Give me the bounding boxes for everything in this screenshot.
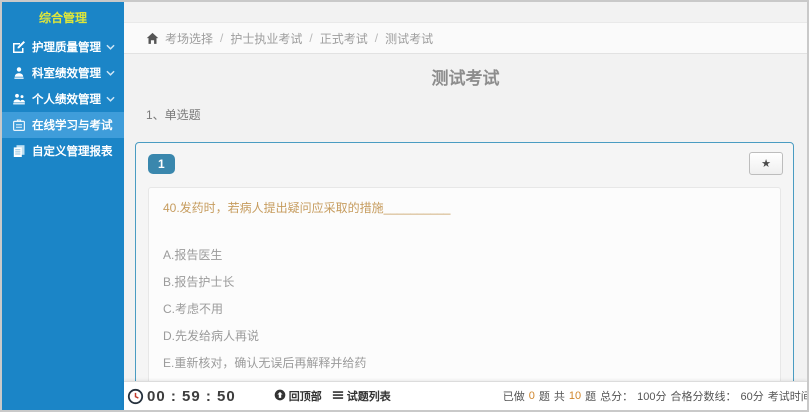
sidebar-item-dept-performance[interactable]: 科室绩效管理 (2, 60, 124, 86)
options-list: A.报告医生 B.报告护士长 C.考虑不用 D.先发给病人再说 E.重新核对，确… (163, 242, 766, 377)
breadcrumb-item-current: 测试考试 (385, 30, 433, 47)
stats-total-value: 10 (569, 390, 581, 402)
sidebar-item-nursing-quality[interactable]: 护理质量管理 (2, 34, 124, 60)
breadcrumb: 考场选择 / 护士执业考试 / 正式考试 / 测试考试 (124, 22, 807, 54)
breadcrumb-separator: / (220, 31, 223, 45)
sidebar-item-online-learning-exam[interactable]: 在线学习与考试 (2, 112, 124, 138)
breadcrumb-item[interactable]: 正式考试 (320, 30, 368, 47)
back-to-top-button[interactable]: 回顶部 (274, 388, 322, 404)
home-icon[interactable] (146, 32, 159, 45)
favorite-button[interactable]: ★ (749, 152, 783, 175)
main-content: 考场选择 / 护士执业考试 / 正式考试 / 测试考试 测试考试 1、单选题 1… (124, 2, 807, 381)
sidebar-item-label: 在线学习与考试 (32, 117, 113, 133)
sidebar-item-label: 个人绩效管理 (32, 91, 101, 107)
question-section-label: 1、单选题 (146, 106, 201, 123)
chevron-down-icon (106, 44, 115, 50)
breadcrumb-separator: / (309, 31, 312, 45)
option-item[interactable]: E.重新核对，确认无误后再解释并给药 (163, 350, 766, 377)
question-text: 40.发药时，若病人提出疑问应采取的措施__________ (163, 199, 766, 216)
app-window: 综合管理 护理质量管理 科室绩效管理 个人绩效管理 (0, 0, 809, 412)
stats-pass-label: 合格分数线： (670, 388, 736, 404)
breadcrumb-item[interactable]: 护士执业考试 (230, 30, 302, 47)
back-to-top-label: 回顶部 (289, 388, 322, 404)
sidebar-item-label: 自定义管理报表 (32, 143, 113, 159)
question-card: 1 ★ 40.发药时，若病人提出疑问应采取的措施__________ A.报告医… (135, 142, 794, 381)
chevron-down-icon (106, 96, 115, 102)
up-arrow-icon (274, 389, 286, 404)
question-list-button[interactable]: 试题列表 (332, 388, 391, 404)
stats-score-value: 100分 (637, 388, 666, 404)
option-item[interactable]: D.先发给病人再说 (163, 323, 766, 350)
exam-footer-bar: 00 : 59 : 50 回顶部 试题列表 已做0题 共10题 总分：100分 … (124, 381, 807, 410)
page-title: 测试考试 (124, 64, 807, 89)
sidebar: 综合管理 护理质量管理 科室绩效管理 个人绩效管理 (2, 2, 124, 410)
stats-total-label: 共 (554, 388, 565, 404)
stats-done-label: 已做 (503, 388, 525, 404)
exam-timer: 00 : 59 : 50 (147, 388, 236, 405)
option-item[interactable]: B.报告护士长 (163, 269, 766, 296)
star-icon: ★ (761, 157, 771, 170)
stats-pass-value: 60分 (740, 388, 763, 404)
question-list-label: 试题列表 (347, 388, 391, 404)
question-number-badge: 1 (148, 154, 175, 174)
list-icon (332, 389, 344, 404)
option-item[interactable]: C.考虑不用 (163, 296, 766, 323)
stats-done-unit: 题 (539, 388, 550, 404)
stats-score-label: 总分： (600, 388, 633, 404)
people-icon (11, 92, 26, 107)
report-icon (11, 144, 26, 159)
question-body: 40.发药时，若病人提出疑问应采取的措施__________ A.报告医生 B.… (148, 187, 781, 381)
sidebar-title: 综合管理 (2, 2, 124, 34)
chevron-down-icon (106, 70, 115, 76)
clock-icon (127, 388, 144, 405)
stats-time-label: 考试时间： (768, 388, 809, 404)
sidebar-item-label: 科室绩效管理 (32, 65, 101, 81)
option-item[interactable]: A.报告医生 (163, 242, 766, 269)
stats-done-value: 0 (529, 390, 535, 402)
breadcrumb-item[interactable]: 考场选择 (165, 30, 213, 47)
exam-stats: 已做0题 共10题 总分：100分 合格分数线：60分 考试时间：60分钟 (503, 388, 809, 404)
sidebar-item-custom-reports[interactable]: 自定义管理报表 (2, 138, 124, 164)
stats-total-unit: 题 (585, 388, 596, 404)
person-icon (11, 66, 26, 81)
sidebar-item-personal-performance[interactable]: 个人绩效管理 (2, 86, 124, 112)
certificate-icon (11, 118, 26, 133)
edit-icon (11, 40, 26, 55)
breadcrumb-separator: / (375, 31, 378, 45)
sidebar-item-label: 护理质量管理 (32, 39, 101, 55)
